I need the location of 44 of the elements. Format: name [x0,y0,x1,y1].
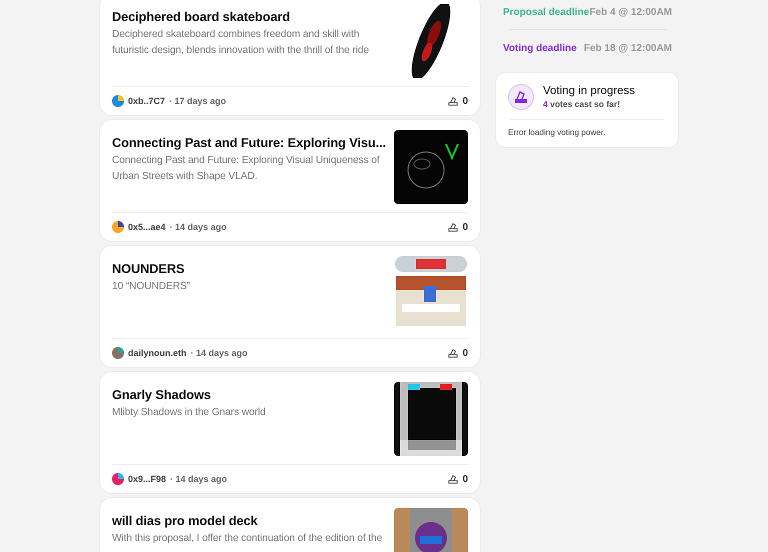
author-address[interactable]: 0x9...F98 [128,474,166,484]
proposal-description: 10 “NOUNDERS” [112,280,191,294]
deadline-label: Proposal deadline [503,6,590,18]
author-address[interactable]: 0xb..7C7 [128,96,166,106]
vote-count: 0 [462,348,468,358]
proposal-title: NOUNDERS [112,261,186,276]
avatar-icon [112,221,124,233]
proposal-card[interactable]: Gnarly Shadows Mlibty Shadows in the Gnars world 0x9...F98 · 14 days ago 0 [100,372,480,493]
proposal-card[interactable]: will dias pro model deck With this proposal, I offer the continuation of the edition of the [100,498,480,552]
vote-count: 0 [462,474,468,484]
proposal-card[interactable]: NOUNDERS 10 “NOUNDERS” dailynoun.eth · 14 days ago 0 [100,246,480,367]
ballot-icon [448,474,458,484]
deadline-date: Feb 18 @ 12:00AM [584,42,672,54]
status-title: Voting in progress [543,85,636,97]
avatar-icon [112,473,124,485]
ballot-box-icon [508,84,534,110]
deadline-date: Feb 4 @ 12:00AM [589,6,672,18]
ballot-icon [448,348,458,358]
proposal-title: Deciphered board skateboard [112,9,291,24]
deadline-label: Voting deadline [503,42,577,54]
proposal-card[interactable]: Connecting Past and Future: Exploring Visu... Connecting Past and Future: Exploring Visual Uniqueness of Urban Streets with Shape VLAD. 0x5...ae4 · 14 days ago 0 [100,120,480,241]
proposal-description: Mlibty Shadows in the Gnars world [112,406,267,420]
vote-total-caption: votes cast so far! [550,99,620,109]
avatar-icon [112,95,124,107]
proposal-age: · 14 days ago [170,222,227,232]
proposal-card[interactable]: Deciphered board skateboard Deciphered skateboard combines freedom and skill with futuristic design, blends innovation with the thrill of the ride 0xb..7C7 · 17 days ago 0 [100,0,480,115]
ballot-icon [448,222,458,232]
vote-total: 4 [543,99,548,109]
proposal-age: · 17 days ago [169,96,226,106]
vote-count: 0 [462,222,468,232]
proposal-description: With this proposal, I offer the continuation of the edition of the [112,532,384,546]
proposal-title: Connecting Past and Future: Exploring Visu... [112,135,384,150]
error-message: Error loading voting power. [508,128,606,137]
avatar-icon [112,347,124,359]
author-address[interactable]: 0x5...ae4 [128,222,166,232]
proposal-age: · 14 days ago [170,474,228,484]
proposal-title: will dias pro model deck [112,513,259,528]
proposal-age: · 14 days ago [190,348,248,358]
ballot-icon [448,96,458,106]
proposal-description: Connecting Past and Future: Exploring Visual Uniqueness of Urban Streets with Shape VLAD. [112,154,381,184]
author-address[interactable]: dailynoun.eth [128,348,186,358]
proposal-title: Gnarly Shadows [112,387,212,402]
proposal-description: Deciphered skateboard combines freedom and skill with futuristic design, blends innovation with the thrill of the ride [112,28,370,58]
vote-count: 0 [462,96,468,106]
